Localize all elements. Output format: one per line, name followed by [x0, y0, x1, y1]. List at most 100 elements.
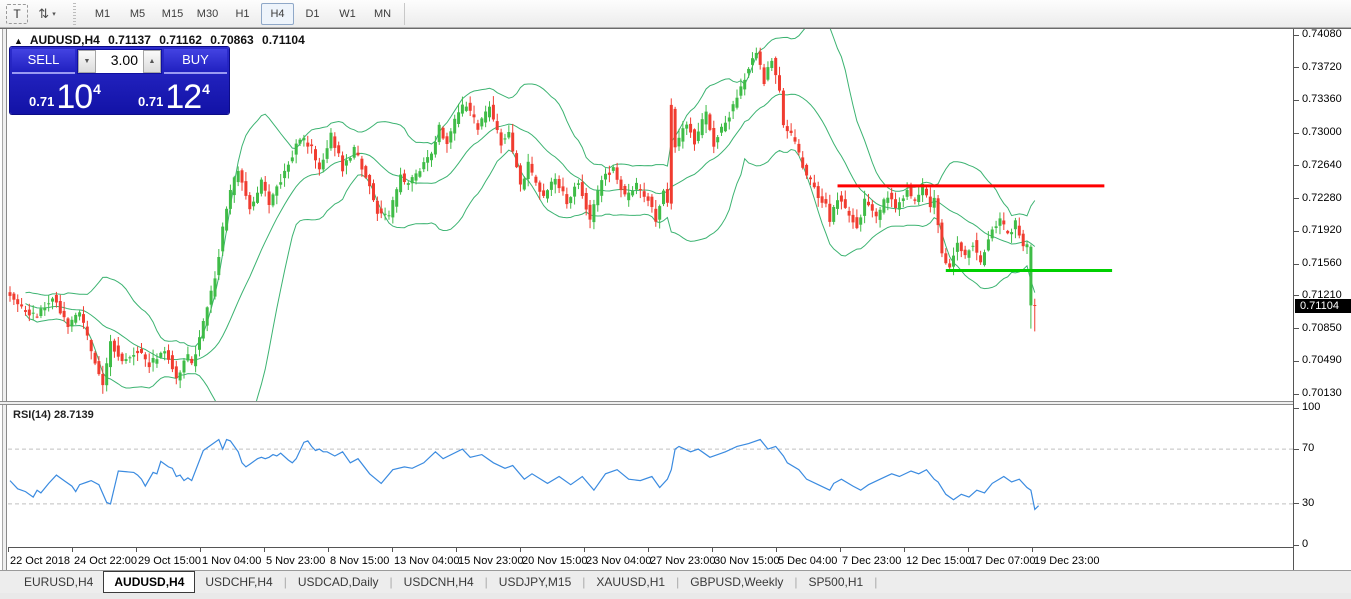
date-axis-tick	[328, 548, 329, 552]
ohlc-high: 0.71162	[159, 33, 202, 47]
date-axis-tick	[904, 548, 905, 552]
lot-increase-button[interactable]: ▲	[143, 50, 161, 73]
price-axis-label: 0.73360	[1302, 93, 1342, 105]
price-axis-label: 0.72280	[1302, 192, 1342, 204]
lot-size-control: ▼ 3.00 ▲	[77, 49, 162, 74]
date-axis-label: 7 Dec 23:00	[842, 555, 901, 567]
timeframe-button-w1[interactable]: W1	[331, 3, 364, 25]
date-axis-label: 30 Nov 15:00	[714, 555, 779, 567]
rsi-level-label: 30	[1302, 497, 1314, 509]
timeframe-button-mn[interactable]: MN	[366, 3, 399, 25]
top-toolbar: T ⇅ ▾ M1M5M15M30H1H4D1W1MN	[0, 0, 1351, 28]
price-axis[interactable]: 0.740800.737200.733600.730000.726400.722…	[1293, 29, 1351, 570]
chart-tab-usdchf[interactable]: USDCHF,H4	[195, 572, 282, 593]
lot-decrease-button[interactable]: ▼	[78, 50, 96, 73]
chart-tab-eurusd[interactable]: EURUSD,H4	[14, 572, 103, 593]
date-axis-label: 15 Nov 23:00	[458, 555, 523, 567]
date-axis-tick	[648, 548, 649, 552]
date-axis-tick	[968, 548, 969, 552]
price-axis-tick	[1294, 165, 1299, 166]
price-axis-tick	[1294, 264, 1299, 265]
rsi-axis-tick	[1294, 503, 1299, 504]
date-axis-tick	[392, 548, 393, 552]
lot-size-field[interactable]: 3.00	[96, 50, 143, 73]
chart-window: ▲ AUDUSD,H4 0.71137 0.71162 0.70863 0.71…	[0, 28, 1351, 599]
price-axis-tick	[1294, 361, 1299, 362]
date-axis-label: 5 Nov 23:00	[266, 555, 325, 567]
toolbar-grip-handle[interactable]	[73, 3, 80, 25]
rsi-axis-tick	[1294, 408, 1299, 409]
ohlc-open: 0.71137	[108, 33, 151, 47]
sell-price-pips: 10	[56, 80, 92, 114]
collapse-icon: ▲	[14, 36, 23, 46]
chart-tab-sp500[interactable]: SP500,H1	[798, 572, 873, 593]
current-price-tag: 0.71104	[1295, 299, 1351, 313]
sell-button[interactable]: SELL	[12, 49, 75, 74]
sell-price-display[interactable]: 0.71 10 4	[12, 76, 118, 114]
chart-tab-usdcad[interactable]: USDCAD,Daily	[288, 572, 389, 593]
date-axis-tick	[72, 548, 73, 552]
chart-tab-usdcnh[interactable]: USDCNH,H4	[394, 572, 484, 593]
buy-button[interactable]: BUY	[164, 49, 227, 74]
price-axis-label: 0.71560	[1302, 257, 1342, 269]
chart-tab-audusd[interactable]: AUDUSD,H4	[103, 571, 195, 593]
date-axis-tick	[1032, 548, 1033, 552]
buy-price-pips: 12	[165, 80, 201, 114]
tab-separator: |	[873, 575, 878, 589]
timeframe-button-d1[interactable]: D1	[296, 3, 329, 25]
date-axis-label: 1 Nov 04:00	[202, 555, 261, 567]
price-axis-tick	[1294, 198, 1299, 199]
date-axis-label: 5 Dec 04:00	[778, 555, 837, 567]
timeframe-button-m15[interactable]: M15	[156, 3, 189, 25]
sell-price-point: 4	[93, 81, 101, 97]
arrows-icon: ⇅	[38, 6, 49, 22]
chart-tab-gbpusd[interactable]: GBPUSD,Weekly	[680, 572, 793, 593]
price-axis-label: 0.70130	[1302, 387, 1342, 399]
buy-price-base: 0.71	[138, 94, 163, 109]
symbol-timeframe-label: AUDUSD,H4	[30, 33, 100, 47]
price-axis-tick	[1294, 35, 1299, 36]
price-axis-tick	[1294, 328, 1299, 329]
date-axis-label: 13 Nov 04:00	[394, 555, 459, 567]
date-axis-tick	[8, 548, 9, 552]
date-axis-tick	[840, 548, 841, 552]
rsi-axis-tick	[1294, 545, 1299, 546]
rsi-canvas[interactable]	[8, 405, 1293, 548]
chart-tab-usdjpy[interactable]: USDJPY,M15	[489, 572, 581, 593]
timeframe-button-h4[interactable]: H4	[261, 3, 294, 25]
buy-price-display[interactable]: 0.71 12 4	[121, 76, 227, 114]
buy-price-point: 4	[202, 81, 210, 97]
price-axis-label: 0.71920	[1302, 224, 1342, 236]
timeframe-button-m1[interactable]: M1	[86, 3, 119, 25]
rsi-level-label: 100	[1302, 401, 1320, 413]
ohlc-header: ▲ AUDUSD,H4 0.71137 0.71162 0.70863 0.71…	[14, 33, 310, 47]
rsi-level-label: 70	[1302, 442, 1314, 454]
arrows-tool-button[interactable]: ⇅ ▾	[30, 3, 64, 25]
date-axis-label: 12 Dec 15:00	[906, 555, 971, 567]
timeframe-button-h1[interactable]: H1	[226, 3, 259, 25]
date-axis[interactable]: 22 Oct 201824 Oct 22:0029 Oct 15:001 Nov…	[8, 547, 1293, 570]
chart-tab-xauusd[interactable]: XAUUSD,H1	[586, 572, 675, 593]
date-axis-tick	[776, 548, 777, 552]
date-axis-tick	[584, 548, 585, 552]
text-label-tool-button[interactable]: T	[6, 4, 28, 24]
date-axis-label: 19 Dec 23:00	[1034, 555, 1099, 567]
price-axis-tick	[1294, 231, 1299, 232]
date-axis-tick	[136, 548, 137, 552]
price-axis-tick	[1294, 133, 1299, 134]
date-axis-label: 8 Nov 15:00	[330, 555, 389, 567]
status-strip	[0, 593, 1351, 599]
ohlc-close: 0.71104	[262, 33, 305, 47]
dropdown-caret-icon: ▾	[52, 10, 56, 18]
chart-tab-bar: EURUSD,H4AUDUSD,H4USDCHF,H4 | USDCAD,Daily…	[0, 570, 1351, 593]
one-click-trading-panel: SELL ▼ 3.00 ▲ BUY 0.71 10 4	[10, 47, 229, 114]
toolbar-separator	[404, 3, 405, 25]
timeframe-button-m5[interactable]: M5	[121, 3, 154, 25]
date-axis-tick	[456, 548, 457, 552]
price-axis-tick	[1294, 67, 1299, 68]
timeframe-button-m30[interactable]: M30	[191, 3, 224, 25]
date-axis-tick	[712, 548, 713, 552]
price-axis-label: 0.70490	[1302, 354, 1342, 366]
date-axis-tick	[264, 548, 265, 552]
timeframe-toolbar: M1M5M15M30H1H4D1W1MN	[85, 3, 400, 25]
